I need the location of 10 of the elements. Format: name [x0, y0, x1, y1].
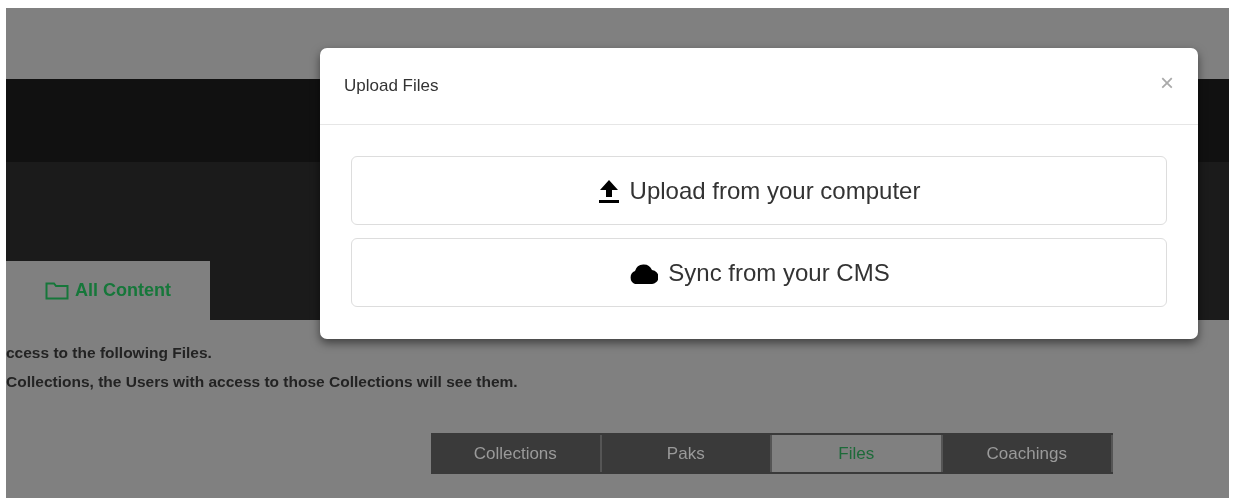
upload-icon — [597, 178, 620, 203]
tab-label: All Content — [75, 280, 171, 301]
close-button[interactable]: × — [1160, 69, 1174, 97]
description-text: ccess to the following Files. — [6, 343, 213, 362]
sync-button[interactable]: Sync from your CMS — [351, 238, 1167, 307]
description-text: Collections, the Users with access to those Collections will see them. — [6, 372, 519, 391]
dialog-title: Upload Files — [344, 76, 439, 96]
upload-button[interactable]: Upload from your computer — [351, 156, 1167, 225]
folder-icon — [45, 281, 69, 300]
cloud-icon — [628, 261, 659, 284]
